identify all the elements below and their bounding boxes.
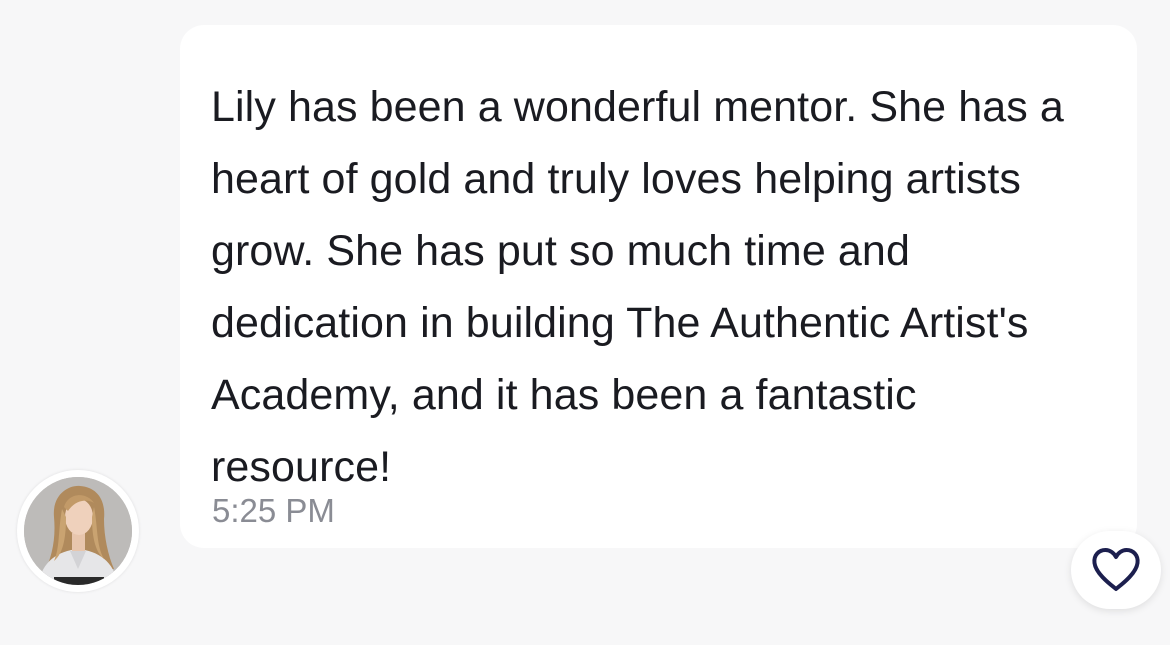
like-reaction-button[interactable] xyxy=(1071,531,1161,609)
heart-outline-icon xyxy=(1092,548,1140,591)
message-timestamp: 5:25 PM xyxy=(212,492,335,529)
message-bubble[interactable]: Lily has been a wonderful mentor. She ha… xyxy=(180,25,1137,548)
sender-avatar[interactable] xyxy=(17,470,139,592)
message-text: Lily has been a wonderful mentor. She ha… xyxy=(211,83,1064,491)
avatar-photo xyxy=(24,477,132,585)
